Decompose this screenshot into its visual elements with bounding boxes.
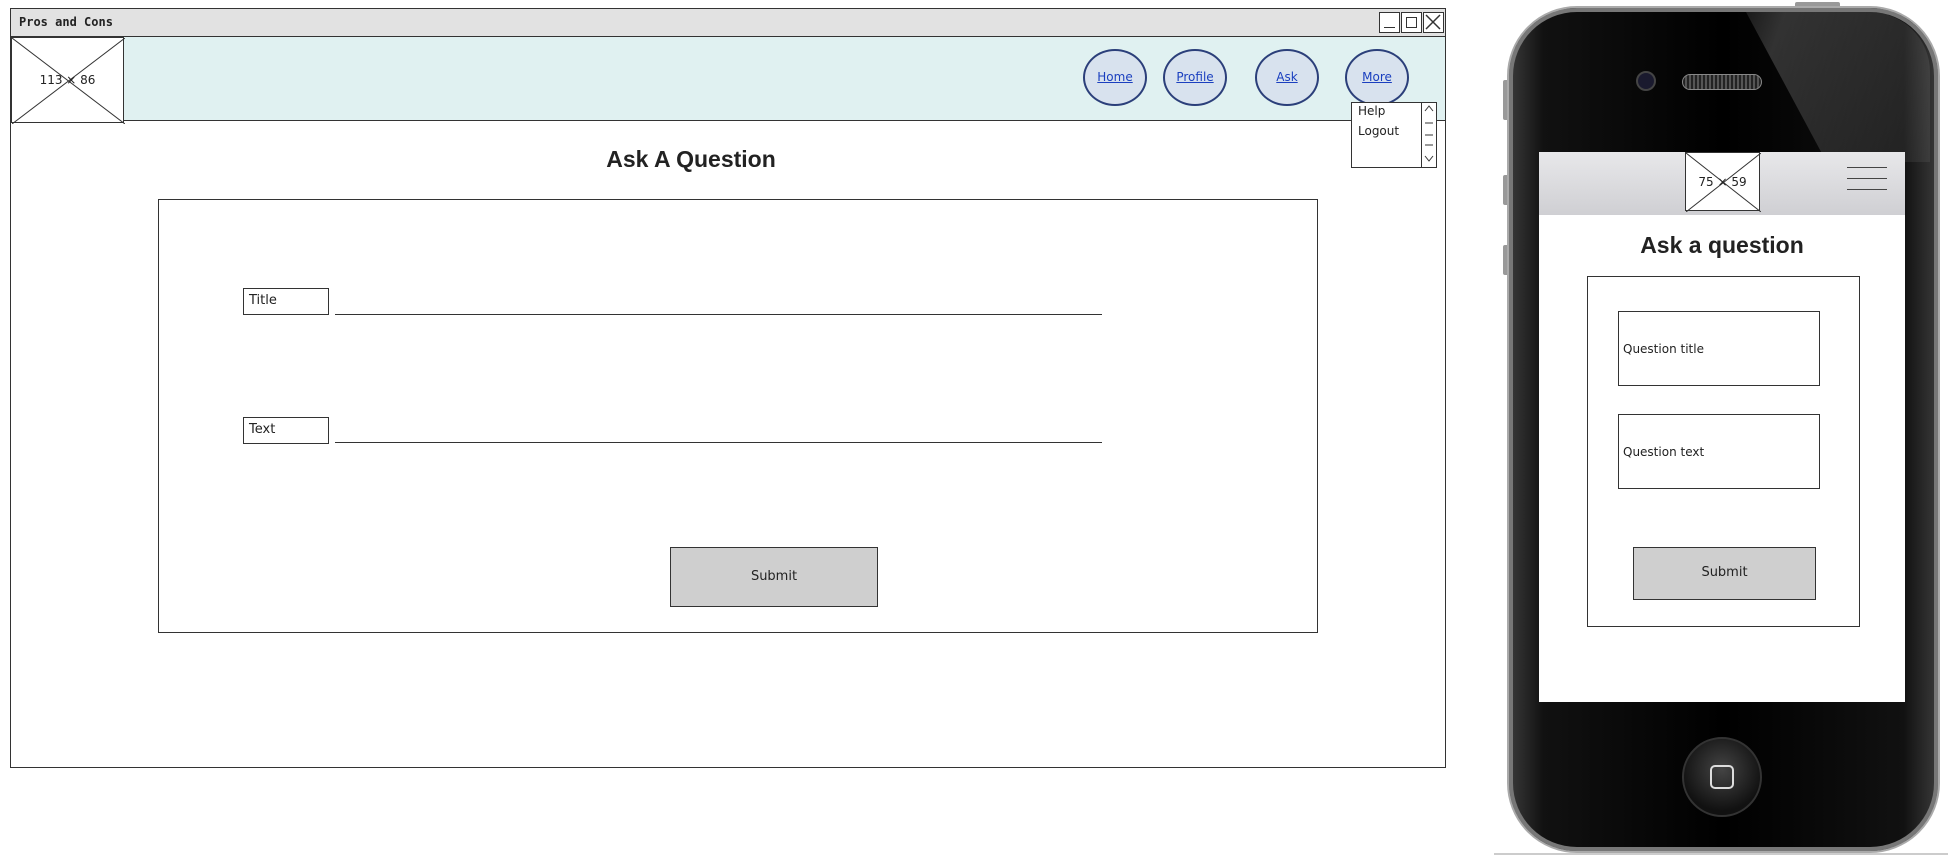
submit-button[interactable]: Submit [670,547,878,607]
window-title: Pros and Cons [19,15,113,29]
menu-item-logout[interactable]: Logout [1358,124,1399,138]
close-icon [1425,14,1441,30]
mobile-logo-size-label: 75 × 59 [1698,174,1747,189]
speaker-grille [1682,74,1762,90]
text-label: Text [243,417,329,444]
scrollbar-arrows-icon [1424,105,1434,162]
logo-size-label: 113 × 86 [39,73,96,87]
minimize-button[interactable] [1379,12,1400,33]
mobile-header: 75 × 59 [1539,152,1905,215]
nav-home-link[interactable]: Home [1083,49,1147,106]
question-text-field[interactable]: Question text [1618,414,1820,489]
question-title-field[interactable]: Question title [1618,311,1820,386]
more-dropdown-menu: Help Logout [1351,102,1437,168]
minimize-icon [1384,27,1395,28]
title-input[interactable] [335,314,1102,315]
maximize-icon [1406,17,1417,28]
nav-bar: 113 × 86 Home Profile Ask More [11,37,1445,124]
close-button[interactable] [1423,12,1444,33]
mobile-page-title: Ask a question [1640,232,1804,258]
camera-icon [1636,71,1656,91]
nav-profile-link[interactable]: Profile [1163,49,1227,106]
home-square-icon [1710,765,1734,789]
title-label: Title [243,288,329,315]
text-input[interactable] [335,442,1102,443]
page-title: Ask A Question [606,146,776,172]
window-titlebar: Pros and Cons [11,9,1445,37]
mobile-submit-button[interactable]: Submit [1633,547,1816,600]
hamburger-menu-icon[interactable] [1847,165,1887,197]
ask-question-form: Title Text Submit [158,199,1318,633]
floor-line [1494,853,1948,855]
mobile-ask-form: Question title Question text Submit [1587,276,1860,627]
menu-scrollbar[interactable] [1421,103,1436,167]
phone-screen: 75 × 59 Ask a question Question title Qu… [1539,152,1905,702]
menu-item-help[interactable]: Help [1358,104,1385,118]
maximize-button[interactable] [1401,12,1422,33]
desktop-window: Pros and Cons 113 × 86 Home Profile Ask … [10,8,1446,768]
logo-placeholder: 113 × 86 [11,37,125,124]
nav-more-link[interactable]: More [1345,49,1409,106]
mobile-logo-placeholder: 75 × 59 [1685,152,1761,212]
nav-ask-link[interactable]: Ask [1255,49,1319,106]
